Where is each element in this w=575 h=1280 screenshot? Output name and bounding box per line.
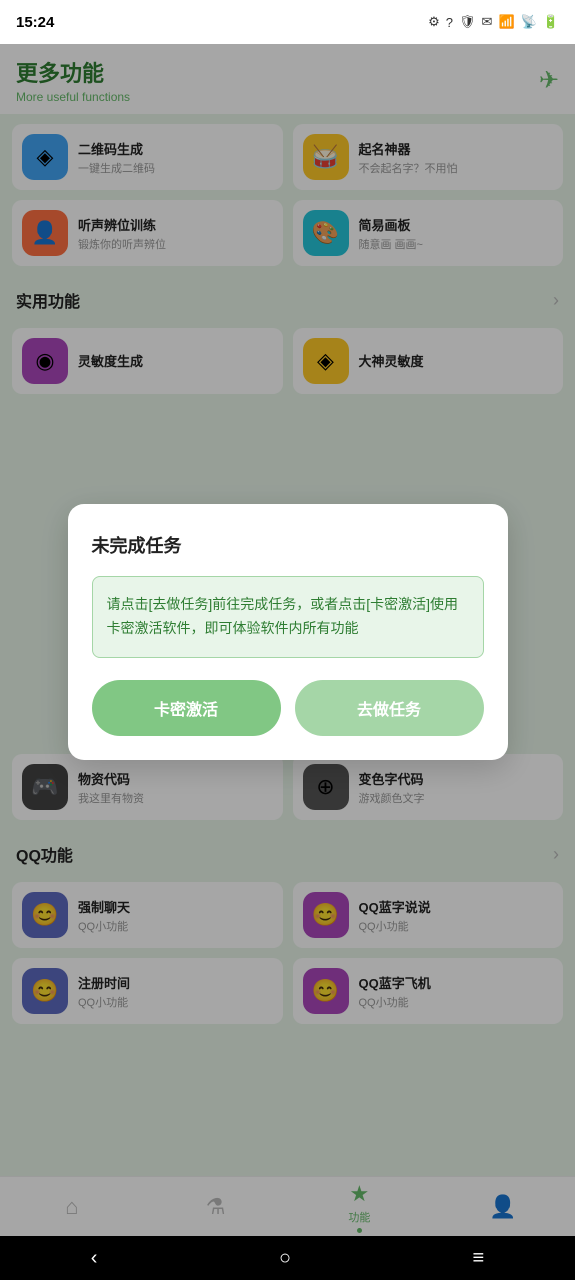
dialog-buttons: 卡密激活 去做任务: [92, 680, 484, 736]
status-icons: ⚙ ? 🛡 ✉ 📶 📡 🔋: [428, 14, 559, 30]
app-content: 更多功能 More useful functions ✈ ◈ 二维码生成 一键生…: [0, 44, 575, 1244]
activate-button[interactable]: 卡密激活: [92, 680, 281, 736]
android-home-button[interactable]: ○: [279, 1247, 291, 1270]
signal-icon: 📡: [521, 14, 537, 30]
status-bar: 15:24 ⚙ ? 🛡 ✉ 📶 📡 🔋: [0, 0, 575, 44]
battery-icon: 🔋: [543, 14, 559, 30]
android-nav-bar: ‹ ○ ≡: [0, 1236, 575, 1280]
settings-icon: ⚙: [428, 14, 440, 30]
task-dialog: 未完成任务 请点击[去做任务]前往完成任务，或者点击[卡密激活]使用卡密激活软件…: [68, 504, 508, 760]
status-time: 15:24: [16, 14, 54, 31]
android-back-button[interactable]: ‹: [91, 1247, 98, 1270]
do-task-button[interactable]: 去做任务: [295, 680, 484, 736]
android-menu-button[interactable]: ≡: [473, 1247, 485, 1270]
dialog-message: 请点击[去做任务]前往完成任务，或者点击[卡密激活]使用卡密激活软件，即可体验软…: [107, 593, 469, 641]
wifi-icon: 📶: [498, 14, 514, 30]
shield-icon: 🛡: [459, 14, 476, 30]
dialog-title: 未完成任务: [92, 532, 484, 558]
question-icon: ?: [446, 15, 453, 30]
dialog-message-box: 请点击[去做任务]前往完成任务，或者点击[卡密激活]使用卡密激活软件，即可体验软…: [92, 576, 484, 658]
mail-icon: ✉: [482, 14, 493, 30]
